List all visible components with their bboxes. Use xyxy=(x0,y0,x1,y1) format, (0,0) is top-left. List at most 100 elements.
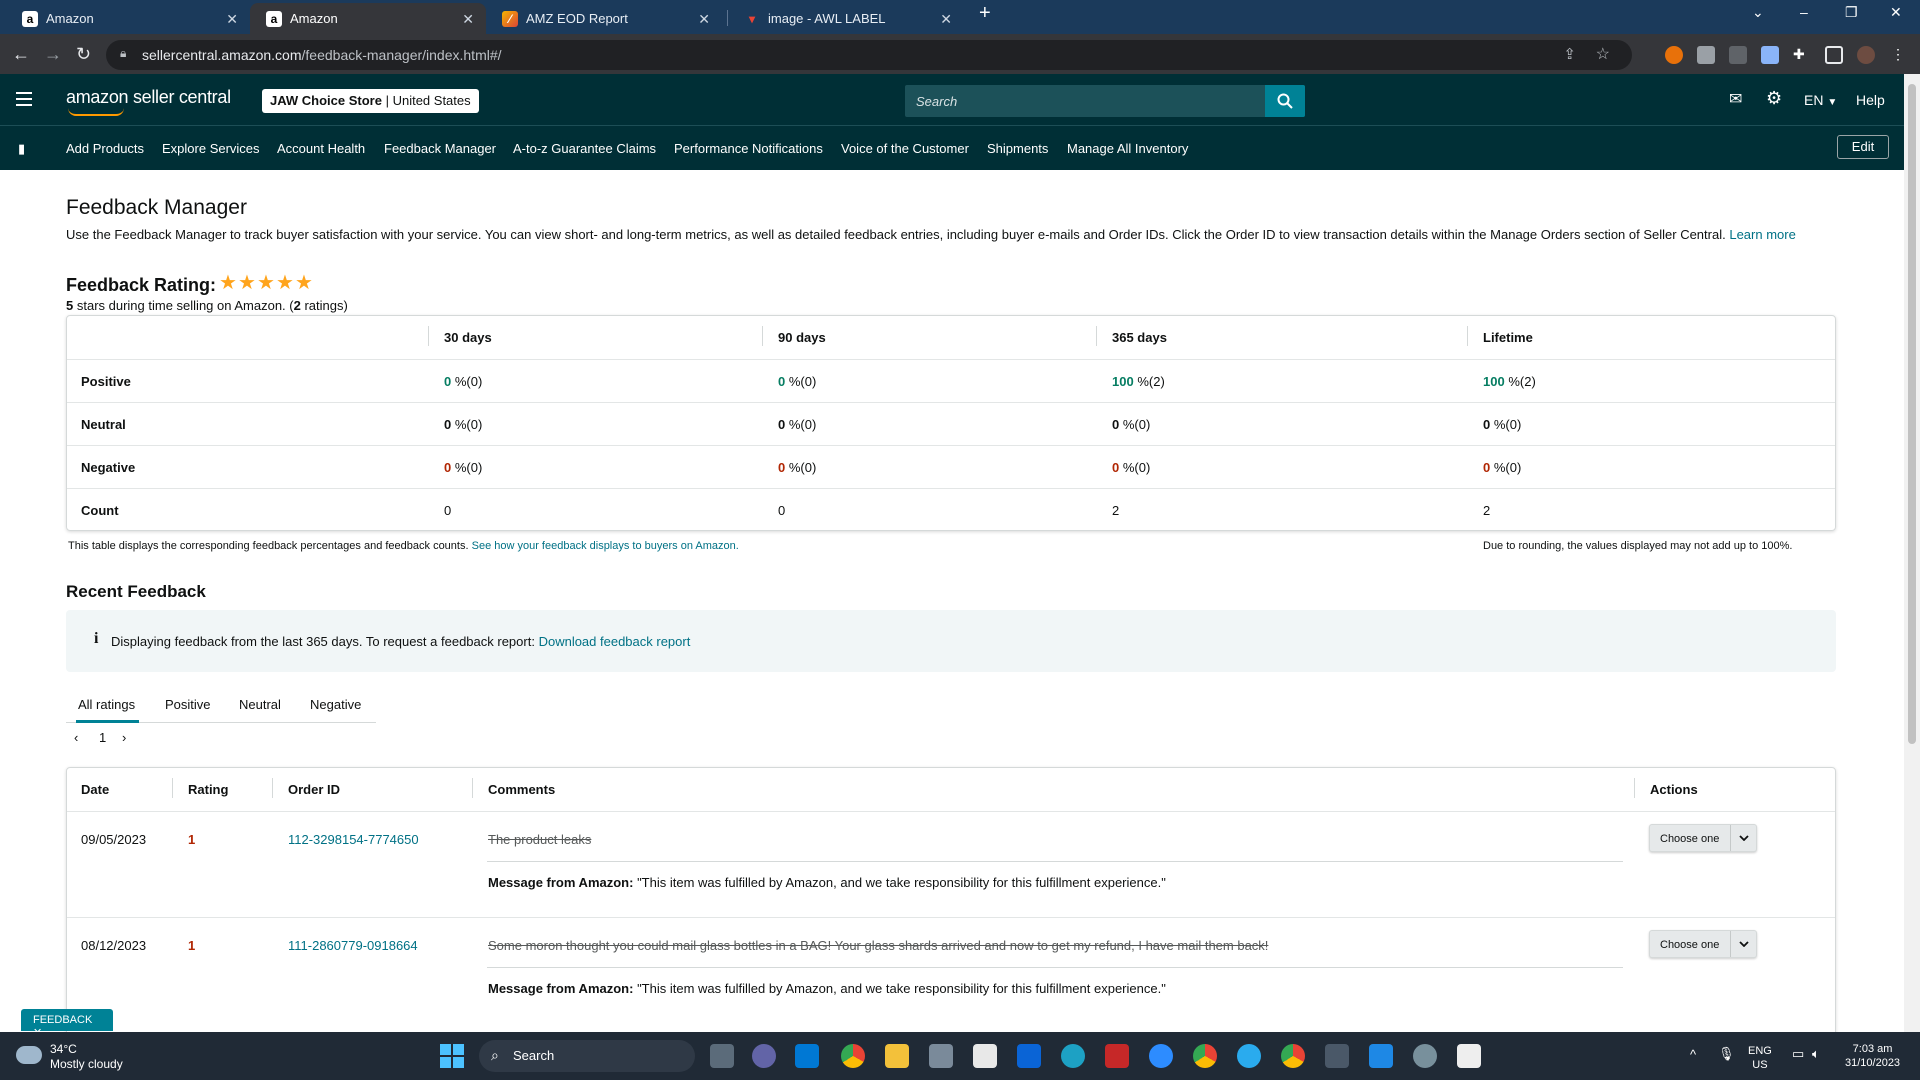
browser-tab-1[interactable]: a Amazon ✕ xyxy=(6,3,250,34)
taskbar-search[interactable]: ⌕ Search xyxy=(479,1040,695,1072)
bookmark-icon[interactable]: ▮ xyxy=(18,141,25,157)
gear-icon[interactable]: ⚙ xyxy=(1766,88,1782,109)
store-icon[interactable] xyxy=(795,1044,819,1068)
edge-icon[interactable] xyxy=(1061,1044,1085,1068)
chevron-up-icon[interactable]: ^ xyxy=(1690,1048,1696,1062)
search-input[interactable]: Search xyxy=(916,94,957,109)
action-dropdown[interactable]: Choose one xyxy=(1649,824,1757,852)
table-row: 09/05/2023 1 112-3298154-7774650 The pro… xyxy=(67,811,1835,917)
download-report-link[interactable]: Download feedback report xyxy=(539,634,691,649)
browser-tab-3[interactable]: ⁄ AMZ EOD Report ✕ xyxy=(486,3,722,34)
app-icon[interactable] xyxy=(929,1044,953,1068)
zoom-icon[interactable] xyxy=(1149,1044,1173,1068)
page-number[interactable]: 1 xyxy=(99,730,106,745)
search-bar[interactable]: Search xyxy=(905,85,1305,117)
extension-icon[interactable] xyxy=(1729,46,1747,64)
action-dropdown[interactable]: Choose one xyxy=(1649,930,1757,958)
calculator-icon[interactable] xyxy=(1325,1044,1349,1068)
page-scrollbar[interactable] xyxy=(1904,74,1920,1032)
minimize-icon[interactable]: – xyxy=(1800,4,1808,20)
settings-icon[interactable] xyxy=(1413,1044,1437,1068)
file-explorer-icon[interactable] xyxy=(885,1044,909,1068)
profile-avatar[interactable] xyxy=(1857,46,1875,64)
start-icon[interactable] xyxy=(440,1044,464,1068)
nav-explore-services[interactable]: Explore Services xyxy=(162,141,260,156)
learn-more-link[interactable]: Learn more xyxy=(1729,227,1795,242)
tab-search-icon[interactable]: ⌄ xyxy=(1752,4,1764,21)
edit-nav-button[interactable]: Edit xyxy=(1837,135,1889,159)
metrics-cell: 0 xyxy=(778,503,785,518)
app-icon[interactable] xyxy=(1457,1044,1481,1068)
chrome-icon[interactable] xyxy=(841,1044,865,1068)
tab-neutral[interactable]: Neutral xyxy=(239,697,281,712)
forward-icon[interactable]: → xyxy=(44,44,62,65)
metrics-cell: 0 %(0) xyxy=(1112,417,1150,432)
search-button[interactable] xyxy=(1265,85,1305,117)
browser-tab-2-active[interactable]: a Amazon ✕ xyxy=(250,3,486,34)
close-tab-icon[interactable]: ✕ xyxy=(698,11,710,28)
nav-a-to-z-claims[interactable]: A-to-z Guarantee Claims xyxy=(513,141,656,156)
tab-negative[interactable]: Negative xyxy=(310,697,361,712)
order-id-link[interactable]: 112-3298154-7774650 xyxy=(288,832,419,847)
hamburger-menu-icon[interactable] xyxy=(16,92,32,110)
app-icon[interactable] xyxy=(1105,1044,1129,1068)
feedback-rating: 1 xyxy=(188,938,196,953)
help-link[interactable]: Help xyxy=(1856,92,1885,108)
notepad-icon[interactable] xyxy=(1369,1044,1393,1068)
column-separator xyxy=(472,778,473,798)
chrome-icon[interactable] xyxy=(1193,1044,1217,1068)
weather-icon[interactable] xyxy=(16,1046,42,1064)
language-selector[interactable]: EN ▼ xyxy=(1804,92,1837,108)
volume-icon[interactable]: 🔈︎ xyxy=(1812,1047,1820,1061)
chrome-icon[interactable] xyxy=(1281,1044,1305,1068)
store-switcher[interactable]: JAW Choice Store | United States xyxy=(262,89,479,113)
restore-icon[interactable]: ❐ xyxy=(1845,4,1858,21)
nav-add-products[interactable]: Add Products xyxy=(66,141,144,156)
network-icon[interactable]: ▭ xyxy=(1792,1047,1804,1061)
close-tab-icon[interactable]: ✕ xyxy=(226,11,238,28)
order-id-link[interactable]: 111-2860779-0918664 xyxy=(288,938,418,953)
divider xyxy=(487,861,1623,862)
chevron-left-icon[interactable]: ‹ xyxy=(74,730,78,745)
telegram-icon[interactable] xyxy=(1237,1044,1261,1068)
nav-account-health[interactable]: Account Health xyxy=(277,141,365,156)
bookmark-star-icon[interactable]: ☆ xyxy=(1596,44,1610,64)
microphone-icon[interactable]: 🎙︎ xyxy=(1718,1047,1735,1061)
nav-voice-of-customer[interactable]: Voice of the Customer xyxy=(841,141,969,156)
input-language[interactable]: ENG US xyxy=(1748,1044,1772,1072)
nav-shipments[interactable]: Shipments xyxy=(987,141,1048,156)
task-view-icon[interactable] xyxy=(710,1044,734,1068)
new-tab-button[interactable]: + xyxy=(979,2,991,25)
close-tab-icon[interactable]: ✕ xyxy=(462,11,474,28)
close-tab-icon[interactable]: ✕ xyxy=(940,11,952,28)
nav-manage-inventory[interactable]: Manage All Inventory xyxy=(1067,141,1188,156)
extension-icon[interactable] xyxy=(1697,46,1715,64)
nav-performance-notifications[interactable]: Performance Notifications xyxy=(674,141,823,156)
teams-icon[interactable] xyxy=(752,1044,776,1068)
app-icon[interactable] xyxy=(973,1044,997,1068)
address-bar[interactable]: 🔒︎ sellercentral.amazon.com/feedback-man… xyxy=(106,40,1632,70)
chevron-right-icon[interactable]: › xyxy=(122,730,126,745)
extension-icon[interactable] xyxy=(1761,46,1779,64)
scrollbar-thumb[interactable] xyxy=(1908,84,1916,744)
see-feedback-display-link[interactable]: See how your feedback displays to buyers… xyxy=(472,540,739,552)
browser-tab-4[interactable]: ▾ image - AWL LABEL ✕ xyxy=(728,3,964,34)
more-menu-icon[interactable]: ⋮ xyxy=(1889,46,1907,64)
seller-central-logo[interactable]: amazon seller central xyxy=(66,87,231,116)
share-icon[interactable]: ⇪ xyxy=(1563,45,1576,63)
extension-icon[interactable] xyxy=(1665,46,1683,64)
puzzle-icon[interactable]: ✚ xyxy=(1793,46,1811,64)
side-panel-icon[interactable] xyxy=(1825,46,1843,64)
back-icon[interactable]: ← xyxy=(12,44,30,65)
weather-widget[interactable]: 34°C Mostly cloudy xyxy=(50,1042,123,1072)
nav-feedback-manager[interactable]: Feedback Manager xyxy=(384,141,496,156)
mail-icon[interactable] xyxy=(1017,1044,1041,1068)
tab-all-ratings[interactable]: All ratings xyxy=(78,697,135,712)
column-separator xyxy=(428,326,429,346)
mail-icon[interactable]: ✉ xyxy=(1729,89,1742,109)
clock[interactable]: 7:03 am 31/10/2023 xyxy=(1845,1042,1900,1070)
feedback-badge[interactable]: FEEDBACK ✕ xyxy=(21,1009,113,1039)
tab-positive[interactable]: Positive xyxy=(165,697,211,712)
close-window-icon[interactable]: ✕ xyxy=(1890,4,1902,21)
reload-icon[interactable]: ↻ xyxy=(76,44,91,65)
